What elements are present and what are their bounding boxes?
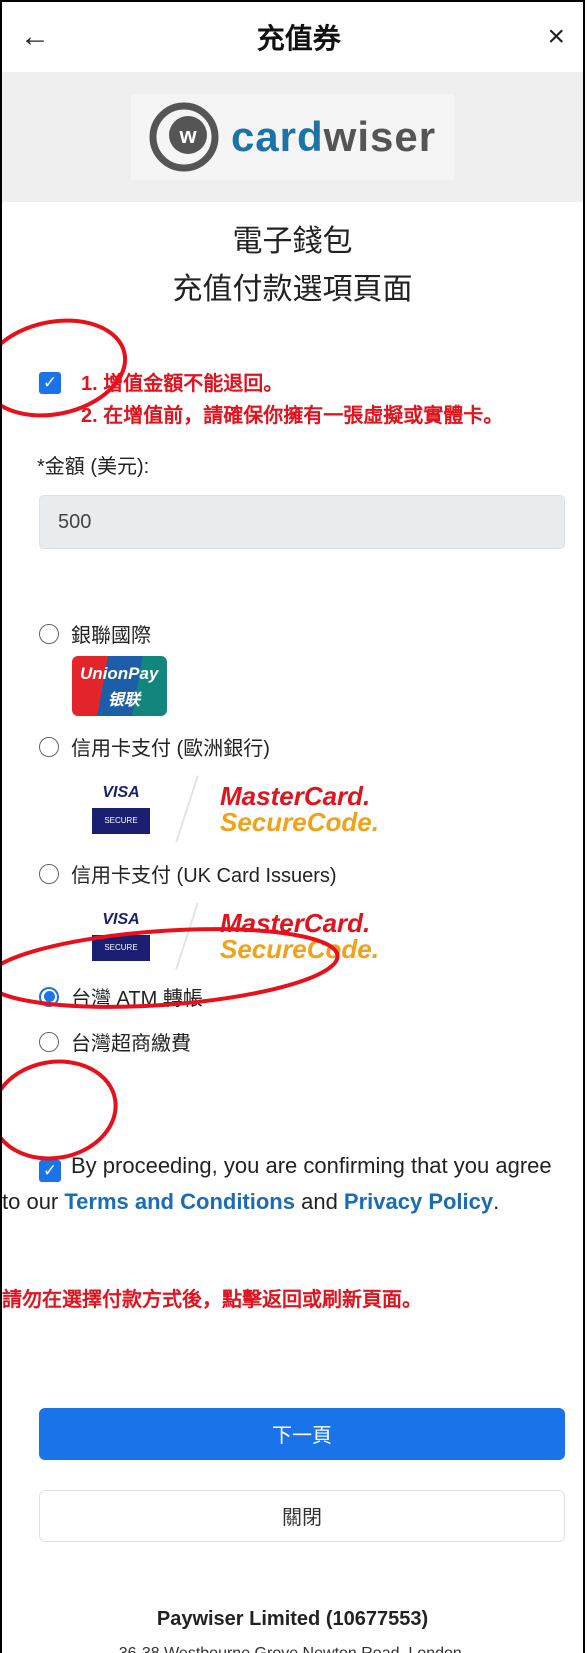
agreement: ✓ By proceeding, you are confirming that … (2, 1148, 565, 1221)
app-frame: ← 充值券 × w cardwiser 電子錢包 充值付款選項頁面 ✓ 1. 增… (0, 0, 585, 1653)
option-label: 信用卡支付 (UK Card Issuers) (71, 865, 337, 887)
option-credit-card-eu[interactable]: 信用卡支付 (歐洲銀行) (39, 732, 583, 761)
company-name: Paywiser Limited (10677553) (156, 1607, 429, 1630)
no-refresh-warning: 請勿在選擇付款方式後，點擊返回或刷新頁面。 (2, 1288, 422, 1311)
back-arrow-icon[interactable]: ← (20, 20, 50, 54)
option-label: 信用卡支付 (歐洲銀行) (71, 738, 270, 760)
privacy-link[interactable]: Privacy Policy (344, 1189, 493, 1214)
option-label: 銀聯國際 (71, 625, 151, 647)
option-label: 台灣 ATM 轉帳 (71, 988, 203, 1010)
amount-label: *金額 (美元): (37, 456, 150, 478)
card-logos-eu: VISA SECURE MasterCard. SecureCode. (92, 769, 583, 849)
radio-taiwan-atm[interactable] (39, 986, 59, 1007)
heading-line1: 電子錢包 (232, 225, 353, 258)
cardwiser-logo: w cardwiser (130, 94, 455, 180)
svg-text:w: w (178, 123, 197, 148)
cardwiser-mark-icon: w (149, 102, 219, 172)
radio-unionpay[interactable] (39, 623, 59, 644)
visa-secure-logo: VISA SECURE (92, 784, 150, 834)
mastercard-securecode-logo: MasterCard. SecureCode. (220, 908, 379, 964)
terms-link[interactable]: Terms and Conditions (64, 1189, 295, 1214)
option-unionpay[interactable]: 銀聯國際 (39, 619, 583, 648)
top-bar: ← 充值券 × (2, 0, 583, 72)
footer: Paywiser Limited (10677553) 36-38 Westbo… (2, 1608, 583, 1653)
agreement-and: and (294, 1189, 344, 1215)
close-icon[interactable]: × (547, 20, 565, 54)
mastercard-securecode-logo: MasterCard. SecureCode. (220, 781, 379, 837)
radio-credit-card-eu[interactable] (39, 736, 59, 757)
close-button[interactable]: 關閉 (39, 1489, 565, 1542)
option-label: 台灣超商繳費 (71, 1033, 191, 1055)
company-address: 36-38 Westbourne Grove Newton Road, Lond… (2, 1645, 583, 1653)
unionpay-logo: UnionPay 银联 (72, 656, 167, 716)
page-title: 充值券 (256, 23, 341, 54)
option-taiwan-atm[interactable]: 台灣 ATM 轉帳 (39, 982, 583, 1011)
radio-credit-card-uk[interactable] (39, 863, 59, 884)
brand-name: cardwiser (230, 113, 437, 160)
option-taiwan-convenience-store[interactable]: 台灣超商繳費 (39, 1027, 583, 1056)
refund-notice: ✓ 1. 增值金額不能退回。 2. 在增值前，請確保你擁有一張虛擬或實體卡。 (39, 368, 583, 432)
notice-checkbox[interactable]: ✓ (39, 372, 61, 394)
next-page-button[interactable]: 下一頁 (39, 1407, 565, 1460)
radio-taiwan-convenience-store[interactable] (39, 1031, 59, 1052)
card-logos-uk: VISA SECURE MasterCard. SecureCode. (92, 896, 583, 976)
notice-line-1: 1. 增值金額不能退回。 (81, 373, 284, 395)
option-credit-card-uk[interactable]: 信用卡支付 (UK Card Issuers) (39, 859, 583, 888)
logo-banner: w cardwiser (2, 72, 583, 202)
heading-line2: 充值付款選項頁面 (172, 273, 413, 306)
visa-secure-logo: VISA SECURE (92, 911, 150, 961)
agreement-suffix: . (493, 1189, 500, 1215)
page-heading: 電子錢包 充值付款選項頁面 (2, 218, 583, 314)
agree-checkbox[interactable]: ✓ (39, 1160, 61, 1182)
amount-field[interactable]: 500 (39, 495, 565, 549)
notice-line-2: 2. 在增值前，請確保你擁有一張虛擬或實體卡。 (81, 405, 504, 427)
